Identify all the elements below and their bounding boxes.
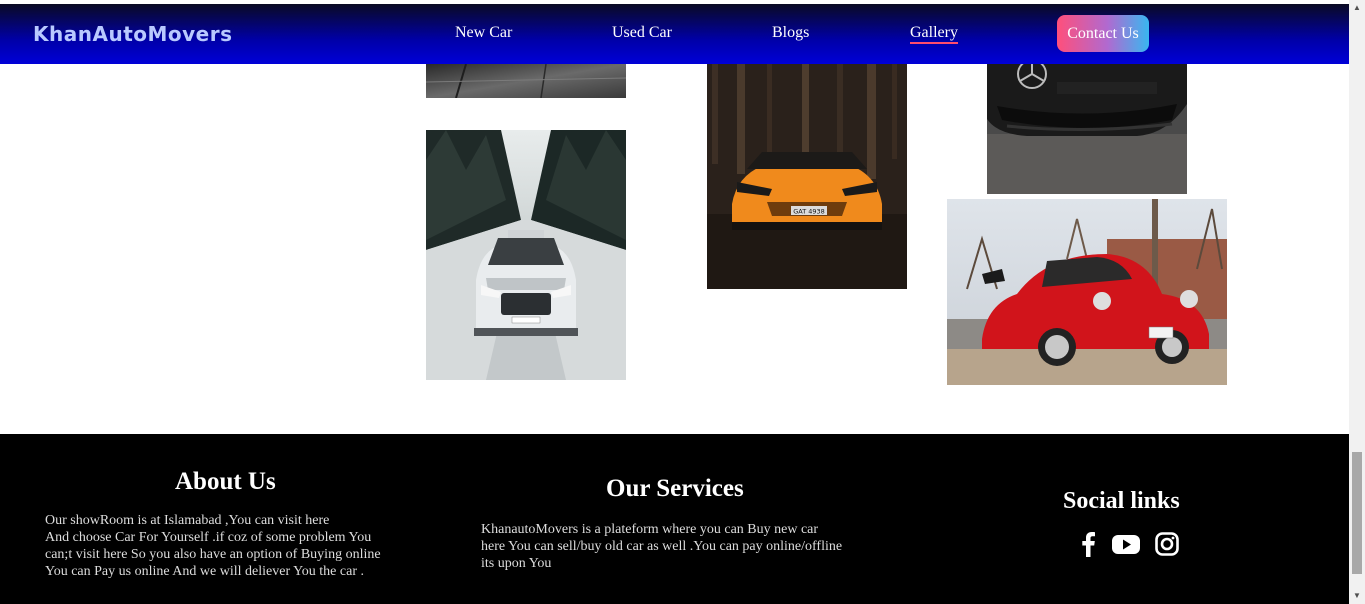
brand-logo[interactable]: KhanAutoMovers [33, 22, 233, 46]
mercedes-image [987, 64, 1187, 194]
our-services-text: KhanautoMovers is a plateform where you … [481, 521, 881, 572]
lamborghini-image: GAT 4938 [707, 64, 907, 289]
audi-image [426, 130, 626, 380]
gallery-photo-lamborghini[interactable]: GAT 4938 [707, 64, 907, 289]
nav-gallery[interactable]: Gallery [910, 24, 958, 44]
vertical-scrollbar[interactable]: ▲ ▼ [1349, 0, 1365, 604]
about-us-title: About Us [175, 468, 276, 495]
porsche-image [947, 199, 1227, 385]
services-line: its upon You [481, 556, 552, 571]
license-plate-text: GAT 4938 [793, 208, 825, 216]
scroll-up-arrow-icon[interactable]: ▲ [1353, 4, 1361, 12]
youtube-icon[interactable] [1112, 531, 1140, 557]
about-us-text: Our showRoom is at Islamabad ,You can vi… [45, 512, 425, 580]
facebook-icon[interactable] [1079, 531, 1097, 557]
scroll-thumb[interactable] [1352, 452, 1362, 574]
road-image [426, 64, 626, 98]
social-links-title: Social links [1063, 488, 1180, 514]
instagram-icon[interactable] [1155, 531, 1179, 557]
gallery-photo-mercedes[interactable] [987, 64, 1187, 194]
our-services-title: Our Services [606, 475, 744, 502]
about-line: And choose Car For Yourself .if coz of s… [45, 530, 372, 545]
about-line: You can Pay us online And we will deliev… [45, 564, 364, 579]
contact-us-button[interactable]: Contact Us [1057, 15, 1149, 52]
nav-used-car[interactable]: Used Car [612, 24, 672, 42]
about-line: Our showRoom is at Islamabad ,You can vi… [45, 513, 330, 528]
services-line: KhanautoMovers is a plateform where you … [481, 522, 819, 537]
footer: About Us Our showRoom is at Islamabad ,Y… [0, 434, 1349, 604]
nav-new-car[interactable]: New Car [455, 24, 512, 42]
gallery-photo-road[interactable] [426, 64, 626, 98]
navbar: KhanAutoMovers New Car Used Car Blogs Ga… [0, 4, 1349, 64]
gallery-photo-porsche[interactable] [947, 199, 1227, 385]
gallery-photo-audi[interactable] [426, 130, 626, 380]
scroll-down-arrow-icon[interactable]: ▼ [1353, 592, 1361, 600]
services-line: here You can sell/buy old car as well .Y… [481, 539, 843, 554]
nav-blogs[interactable]: Blogs [772, 24, 809, 42]
about-line: can;t visit here So you also have an opt… [45, 547, 381, 562]
